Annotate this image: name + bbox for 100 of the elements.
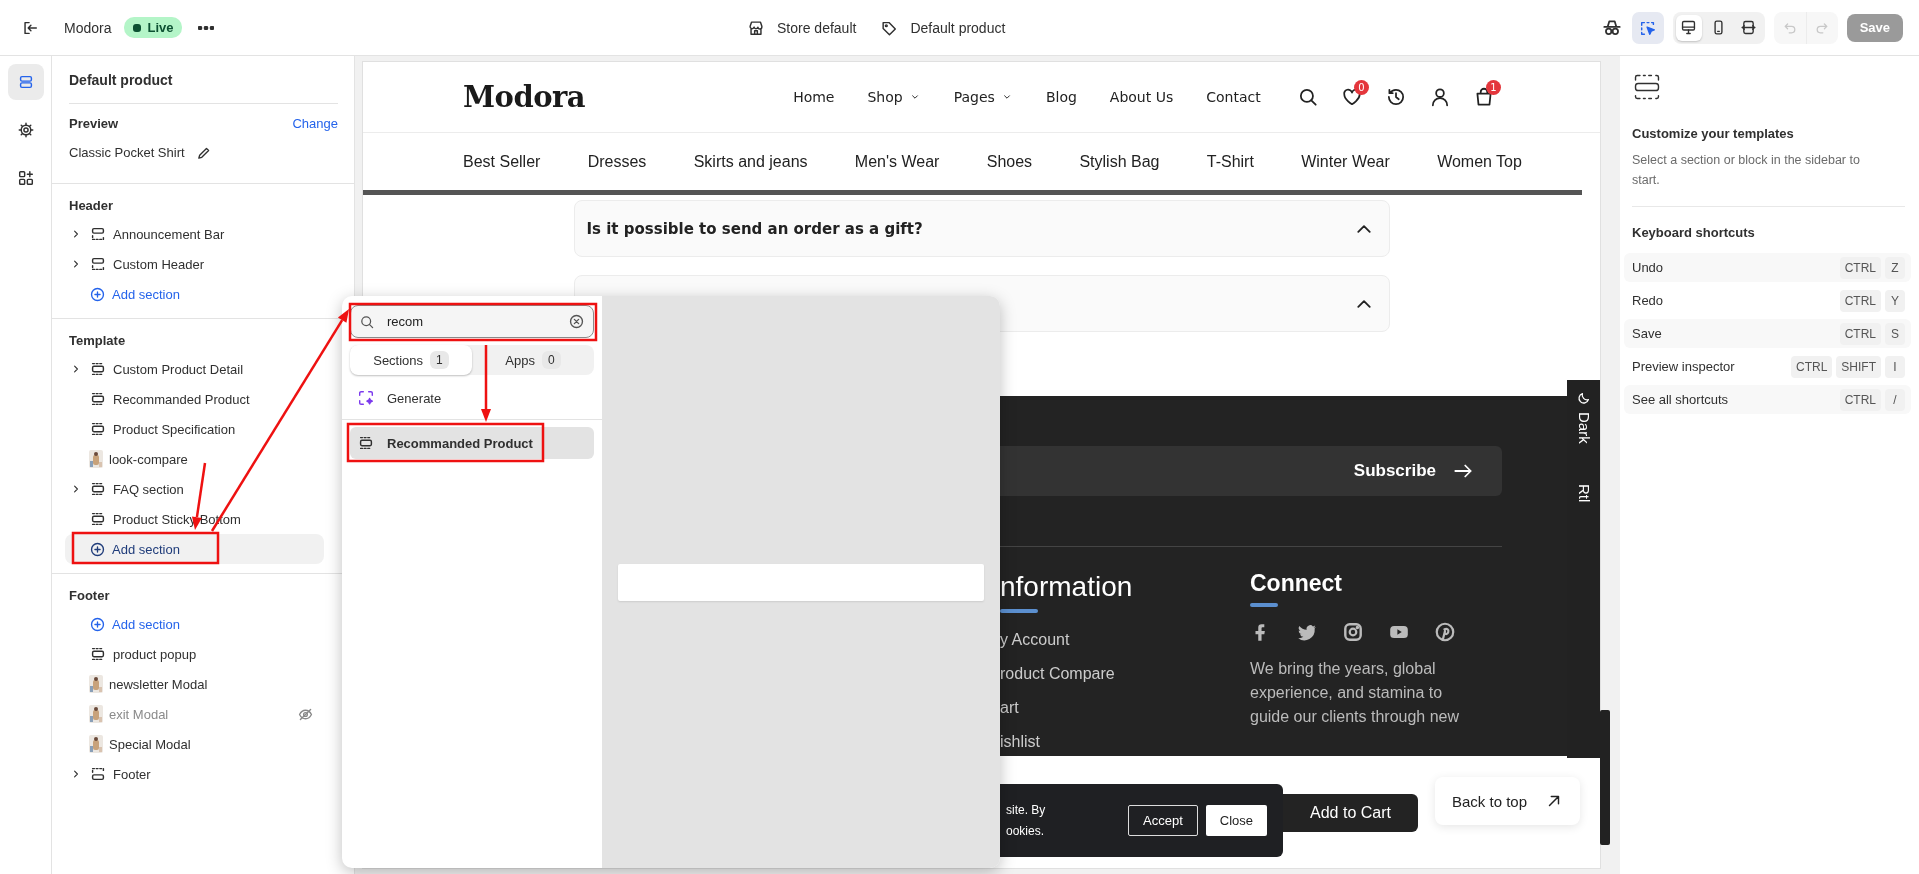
accept-button[interactable]: Accept	[1128, 805, 1198, 836]
count-badge: 0	[1354, 80, 1369, 95]
clear-icon	[568, 313, 585, 330]
heading-underline	[1000, 609, 1038, 613]
social-link[interactable]	[1342, 621, 1364, 643]
wishlist-button[interactable]: 0	[1335, 80, 1369, 114]
footer-text: We bring the years, global experience, and stamina to guide our clients through new	[1250, 659, 1461, 727]
category-link[interactable]: Shoes	[986, 152, 1033, 171]
key-cap: /	[1885, 388, 1905, 411]
plus-circle-icon	[89, 285, 106, 303]
plus-circle-icon	[89, 615, 106, 633]
template-selector[interactable]: Default product	[880, 18, 1006, 37]
direction-toggle[interactable]: Rtl	[1575, 443, 1592, 502]
footer-link[interactable]: ishlist	[1000, 731, 1250, 753]
section-item[interactable]: Announcement Bar	[65, 219, 324, 249]
section-item[interactable]: exit Modal	[65, 699, 324, 729]
section-item[interactable]: newsletter Modal	[65, 669, 324, 699]
store-logo[interactable]: Modora	[463, 80, 586, 114]
add-section-button[interactable]: Add section	[65, 279, 324, 309]
key-cap: CTRL	[1839, 322, 1881, 345]
shortcut-label: Undo	[1632, 260, 1665, 275]
category-link[interactable]: Dresses	[587, 152, 647, 171]
plus-circle-icon	[89, 540, 106, 558]
social-link[interactable]	[1434, 621, 1456, 643]
settings-icon	[16, 121, 35, 139]
footer-heading: Connect	[1250, 569, 1343, 598]
sections-tab[interactable]	[7, 64, 44, 100]
history-icon	[1385, 86, 1407, 108]
section-item[interactable]: product popup	[65, 639, 324, 669]
search-input[interactable]: recom	[385, 313, 558, 330]
section-item[interactable]: Product Specification	[65, 414, 324, 444]
back-to-top-button[interactable]: Back to top	[1435, 777, 1580, 825]
apps-icon	[16, 169, 35, 187]
section-item[interactable]: look-compare	[65, 444, 324, 474]
monitor-icon	[1680, 19, 1698, 36]
nav-link[interactable]: Pages	[953, 89, 1013, 105]
close-button[interactable]: Close	[1205, 805, 1267, 836]
section-icon	[89, 360, 107, 378]
nav-link[interactable]: Contact	[1206, 89, 1261, 105]
section-item[interactable]: FAQ section	[65, 474, 324, 504]
nav-link[interactable]: Blog	[1045, 89, 1077, 105]
section-layout-icon	[1632, 72, 1662, 102]
key-cap: SHIFT	[1836, 355, 1881, 378]
store-selector[interactable]: Store default	[747, 18, 857, 37]
clear-button[interactable]	[568, 313, 585, 330]
pinterest-icon	[1434, 621, 1456, 643]
store-icon	[747, 18, 765, 37]
chevron-up-icon	[1356, 224, 1371, 233]
category-link[interactable]: Women Top	[1437, 152, 1522, 171]
cookie-text: site. By	[1006, 801, 1047, 819]
panel-heading: Keyboard shortcuts	[1632, 224, 1756, 242]
footer-section-icon	[89, 765, 107, 783]
footer-link[interactable]: y Account	[1000, 629, 1250, 651]
filter-tab[interactable]: Apps 0	[472, 345, 594, 375]
category-link[interactable]: Stylish Bag	[1079, 152, 1160, 171]
category-link[interactable]: T-Shirt	[1206, 152, 1254, 171]
section-item[interactable]: Footer	[65, 759, 324, 789]
theme-toggle[interactable]: Dark	[1575, 390, 1592, 444]
search-field[interactable]: recom	[350, 305, 594, 338]
subscribe-button[interactable]: Subscribe	[1353, 460, 1474, 482]
nav-link[interactable]: Home	[793, 89, 835, 105]
nav-link[interactable]: Shop	[867, 89, 921, 105]
footer-link[interactable]: roduct Compare	[1000, 663, 1250, 685]
category-link[interactable]: Winter Wear	[1301, 152, 1390, 171]
search-icon	[359, 313, 375, 330]
count-badge: 1	[430, 351, 449, 369]
footer-link[interactable]: art	[1000, 697, 1250, 719]
faq-card[interactable]: Is it possible to send an order as a gift?	[573, 200, 1390, 257]
header-section-icon	[89, 255, 107, 273]
shortcut-label: Redo	[1632, 293, 1665, 308]
group-title: Footer	[68, 587, 111, 605]
category-link[interactable]: Skirts and jeans	[693, 152, 808, 171]
faq-question: Is it possible to send an order as a gift?	[586, 219, 924, 238]
more-icon	[198, 25, 215, 30]
panel-heading: Customize your templates	[1632, 125, 1795, 143]
filter-tab[interactable]: Sections 1	[350, 345, 472, 375]
category-link[interactable]: Men's Wear	[854, 152, 940, 171]
category-link[interactable]: Best Seller	[463, 152, 541, 171]
generate-button[interactable]: Generate	[350, 383, 442, 413]
section-icon	[357, 434, 375, 452]
footer-heading: nformation	[1000, 570, 1134, 604]
preview-product: Classic Pocket Shirt	[69, 144, 185, 162]
desktop-view-button[interactable]	[1675, 14, 1702, 41]
section-item[interactable]: Special Modal	[65, 729, 324, 759]
key-cap: CTRL	[1839, 289, 1881, 312]
add-section-button[interactable]: Add section	[65, 534, 324, 564]
section-item[interactable]: Recommanded Product	[65, 384, 324, 414]
section-item[interactable]: Custom Product Detail	[65, 354, 324, 384]
result-item[interactable]: Recommanded Product	[350, 427, 594, 459]
store-name: Modora	[64, 19, 112, 36]
cart-button[interactable]: 1	[1467, 80, 1501, 114]
change-link[interactable]: Change	[292, 114, 338, 134]
add-section-button[interactable]: Add section	[65, 609, 324, 639]
preview-label: Preview	[69, 115, 119, 133]
nav-link[interactable]: About Us	[1109, 89, 1174, 105]
inspector-button[interactable]	[1631, 11, 1664, 44]
scrollbar-thumb[interactable]	[1600, 710, 1610, 845]
section-item[interactable]: Custom Header	[65, 249, 324, 279]
key-cap: S	[1885, 322, 1905, 345]
add-to-cart-button[interactable]: Add to Cart	[1283, 794, 1418, 832]
